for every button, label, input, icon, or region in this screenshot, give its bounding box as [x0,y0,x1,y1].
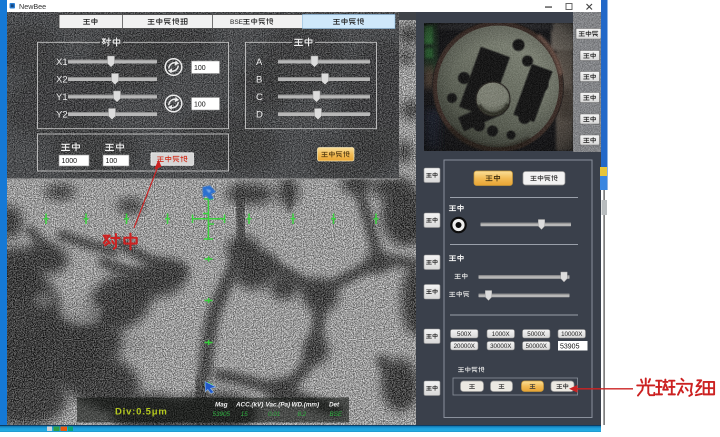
svg-text:Det: Det [329,402,340,409]
svg-text:C: C [256,92,263,103]
svg-text:BSE: BSE [230,19,244,26]
svg-text:0.01: 0.01 [268,411,280,418]
svg-text:50000X: 50000X [526,343,547,350]
svg-text:8.2: 8.2 [298,411,307,418]
svg-text:100: 100 [106,158,118,165]
svg-text:BSE: BSE [330,411,343,418]
svg-text:30000X: 30000X [490,343,511,350]
svg-text:D: D [256,110,263,121]
svg-text:5000X: 5000X [527,331,545,338]
svg-text:10000X: 10000X [561,331,582,338]
svg-text:15: 15 [241,411,249,418]
svg-text:Y1: Y1 [56,92,68,103]
svg-text:53905: 53905 [213,411,231,418]
svg-text:500X: 500X [457,331,471,338]
svg-text:Y2: Y2 [56,110,68,121]
svg-text:NewBee: NewBee [19,2,46,11]
svg-text:A: A [256,57,263,68]
svg-text:B: B [256,75,262,86]
svg-text:100: 100 [194,101,206,108]
svg-text:53905: 53905 [560,344,580,351]
svg-text:X1: X1 [56,57,68,68]
svg-text:1000X: 1000X [492,331,510,338]
svg-text:Mag: Mag [215,402,228,409]
svg-text:ACC.(kV): ACC.(kV) [235,402,263,409]
svg-text:Div:0.5μm: Div:0.5μm [115,407,168,418]
svg-text:WD.(mm): WD.(mm) [292,402,320,409]
svg-text:X2: X2 [56,75,68,86]
svg-text:100: 100 [194,65,206,72]
svg-text:1000: 1000 [62,158,78,165]
svg-text:Vac.(Pa): Vac.(Pa) [266,402,291,409]
svg-text:20000X: 20000X [454,343,475,350]
